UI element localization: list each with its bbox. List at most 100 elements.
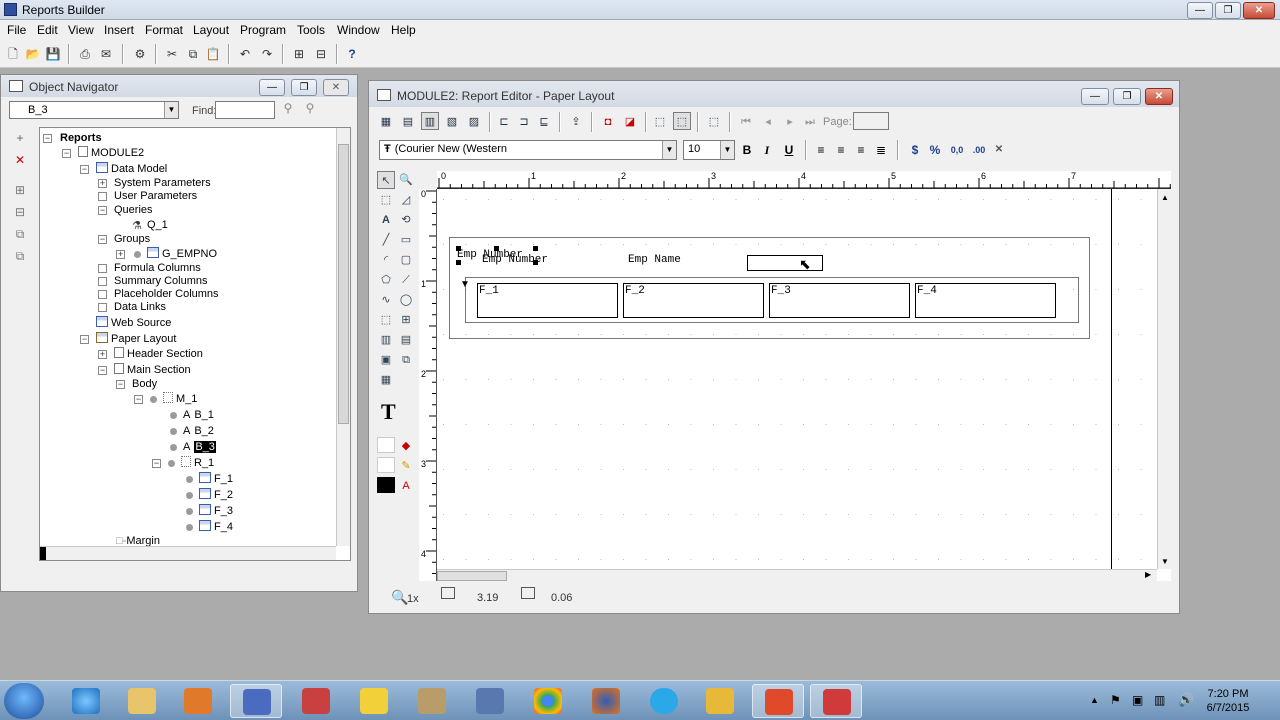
tree-node[interactable]: Paper Layout xyxy=(96,332,176,346)
tree-node[interactable]: Queries xyxy=(114,203,153,217)
open-icon[interactable]: 📂 xyxy=(24,45,42,63)
expand-all-icon[interactable]: ⧉ xyxy=(11,225,29,243)
font-select[interactable]: Ŧ (Courier New (Western ▼ xyxy=(379,140,677,160)
taskbar-app-5[interactable] xyxy=(290,684,342,718)
currency-icon[interactable]: $ xyxy=(907,141,923,159)
align-center-icon[interactable]: ≡ xyxy=(833,141,849,159)
reshape-tool-icon[interactable]: ◿ xyxy=(397,191,415,209)
tree-node[interactable]: User Parameters xyxy=(114,189,197,203)
tree-node[interactable]: F_1 xyxy=(186,472,233,486)
link-file-icon[interactable]: ⧉ xyxy=(397,351,415,369)
rotate-tool-icon[interactable]: ⟲ xyxy=(397,211,415,229)
tree-node[interactable]: A B_1 xyxy=(170,408,214,422)
tree-node[interactable]: Body xyxy=(132,377,157,391)
tree-node[interactable]: MODULE2 xyxy=(78,146,144,160)
tree-node[interactable]: M_1 xyxy=(150,392,197,406)
chart-tool-icon[interactable]: ▥ xyxy=(377,331,395,349)
menu-tools[interactable]: Tools xyxy=(297,23,325,37)
line-color-icon[interactable]: ✎ xyxy=(397,457,415,475)
menu-format[interactable]: Format xyxy=(145,23,183,37)
ellipse-tool-icon[interactable]: ◯ xyxy=(397,291,415,309)
field-f1[interactable]: F_1 xyxy=(477,283,618,318)
chevron-down-icon[interactable]: ▼ xyxy=(720,141,734,159)
taskbar-app-12[interactable] xyxy=(694,684,746,718)
copy-icon[interactable]: ⧉ xyxy=(184,45,202,63)
taskbar-firefox[interactable] xyxy=(580,684,632,718)
taskbar-app-8[interactable] xyxy=(464,684,516,718)
scrollbar-thumb[interactable] xyxy=(338,144,349,424)
tree-node[interactable]: Reports xyxy=(60,131,102,145)
expand-icon[interactable]: ⊞ xyxy=(290,45,308,63)
taskbar-ie[interactable] xyxy=(60,684,112,718)
page-icon[interactable]: ⇪ xyxy=(567,112,585,130)
font-size-select[interactable]: 10 ▼ xyxy=(683,140,735,160)
trailer-section-icon[interactable]: ⊑ xyxy=(535,112,553,130)
arc-tool-icon[interactable]: ◜ xyxy=(377,251,395,269)
next-page-icon[interactable]: ▸ xyxy=(781,112,799,130)
web-source-icon[interactable]: ▤ xyxy=(399,112,417,130)
undo-icon[interactable]: ↶ xyxy=(236,45,254,63)
tree-node-selected[interactable]: A B_3 xyxy=(170,440,216,454)
drawing-rectangle[interactable] xyxy=(747,255,823,271)
report-block-icon[interactable]: ▦ xyxy=(377,371,395,389)
selection-handle[interactable] xyxy=(456,246,461,251)
magnify-tool-icon[interactable]: 🔍 xyxy=(397,171,415,189)
taskbar-reports-builder[interactable] xyxy=(230,684,282,718)
tree-node[interactable]: F_4 xyxy=(186,520,233,534)
run-icon[interactable]: ⚙ xyxy=(131,45,149,63)
navigator-restore-button[interactable]: ❐ xyxy=(291,79,317,96)
page-input[interactable] xyxy=(853,112,889,130)
data-model-icon[interactable]: ▦ xyxy=(377,112,395,130)
minimize-button[interactable]: — xyxy=(1187,2,1213,19)
find-next-icon[interactable]: ⚲ xyxy=(301,99,319,117)
taskbar-oracle[interactable] xyxy=(348,684,400,718)
tree-node[interactable]: Summary Columns xyxy=(114,274,208,288)
tree-node[interactable]: System Parameters xyxy=(114,176,211,190)
tray-icon[interactable]: ⚑ xyxy=(1110,693,1121,707)
menu-view[interactable]: View xyxy=(68,23,94,37)
menu-insert[interactable]: Insert xyxy=(104,23,134,37)
field-f3[interactable]: F_3 xyxy=(769,283,910,318)
selection-handle[interactable] xyxy=(456,260,461,265)
tree-node[interactable]: G_EMPNO xyxy=(134,247,217,261)
menu-program[interactable]: Program xyxy=(240,23,286,37)
tree-node[interactable]: Main Section xyxy=(114,363,191,377)
print-icon[interactable]: ⎙ xyxy=(76,45,94,63)
volume-icon[interactable]: 🔊 xyxy=(1178,692,1194,708)
italic-button[interactable]: I xyxy=(759,141,775,159)
tree-node[interactable]: Web Source xyxy=(96,316,171,330)
tree-node[interactable]: ⚗ Q_1 xyxy=(132,218,168,232)
menu-edit[interactable]: Edit xyxy=(37,23,58,37)
tree-horizontal-scrollbar[interactable] xyxy=(40,546,336,560)
editor-close-button[interactable]: ✕ xyxy=(1145,88,1173,105)
taskbar-explorer[interactable] xyxy=(116,684,168,718)
paper-layout-icon[interactable]: ▥ xyxy=(421,112,439,130)
tree-node[interactable]: Formula Columns xyxy=(114,261,201,275)
align-objects-icon[interactable]: ⬚ xyxy=(705,112,723,130)
freehand-tool-icon[interactable]: ∿ xyxy=(377,291,395,309)
collapse-all-icon[interactable]: ⧉ xyxy=(11,247,29,265)
tray-icon[interactable]: ▣ xyxy=(1132,693,1143,707)
rectangle-tool-icon[interactable]: ▭ xyxy=(397,231,415,249)
paper-design-icon[interactable]: ▧ xyxy=(443,112,461,130)
close-button[interactable]: ✕ xyxy=(1243,2,1275,19)
taskbar-app-13[interactable] xyxy=(752,684,804,718)
flex-mode-icon[interactable]: ◪ xyxy=(621,112,639,130)
taskbar-app-14[interactable] xyxy=(810,684,862,718)
field-tool-icon[interactable]: ▤ xyxy=(397,331,415,349)
underline-button[interactable]: U xyxy=(781,141,797,159)
fill-color-swatch[interactable] xyxy=(377,437,395,453)
create-icon[interactable]: + xyxy=(11,129,29,147)
layout-canvas[interactable]: Emp Number Emp Number Emp Name ⬉ ▼ F_1 F… xyxy=(437,189,1171,581)
justify-icon[interactable]: ≣ xyxy=(873,141,889,159)
taskbar-app-7[interactable] xyxy=(406,684,458,718)
taskbar-skype[interactable] xyxy=(638,684,690,718)
delete-icon[interactable]: ✕ xyxy=(11,151,29,169)
frame-select-icon[interactable]: ⬚ xyxy=(377,191,395,209)
cut-icon[interactable]: ✂ xyxy=(163,45,181,63)
align-left-icon[interactable]: ≡ xyxy=(813,141,829,159)
restore-button[interactable]: ❐ xyxy=(1215,2,1241,19)
line-color-swatch[interactable] xyxy=(377,457,395,473)
new-icon[interactable]: 🗋 xyxy=(4,45,22,63)
select-parent-icon[interactable]: ⬚ xyxy=(651,112,669,130)
